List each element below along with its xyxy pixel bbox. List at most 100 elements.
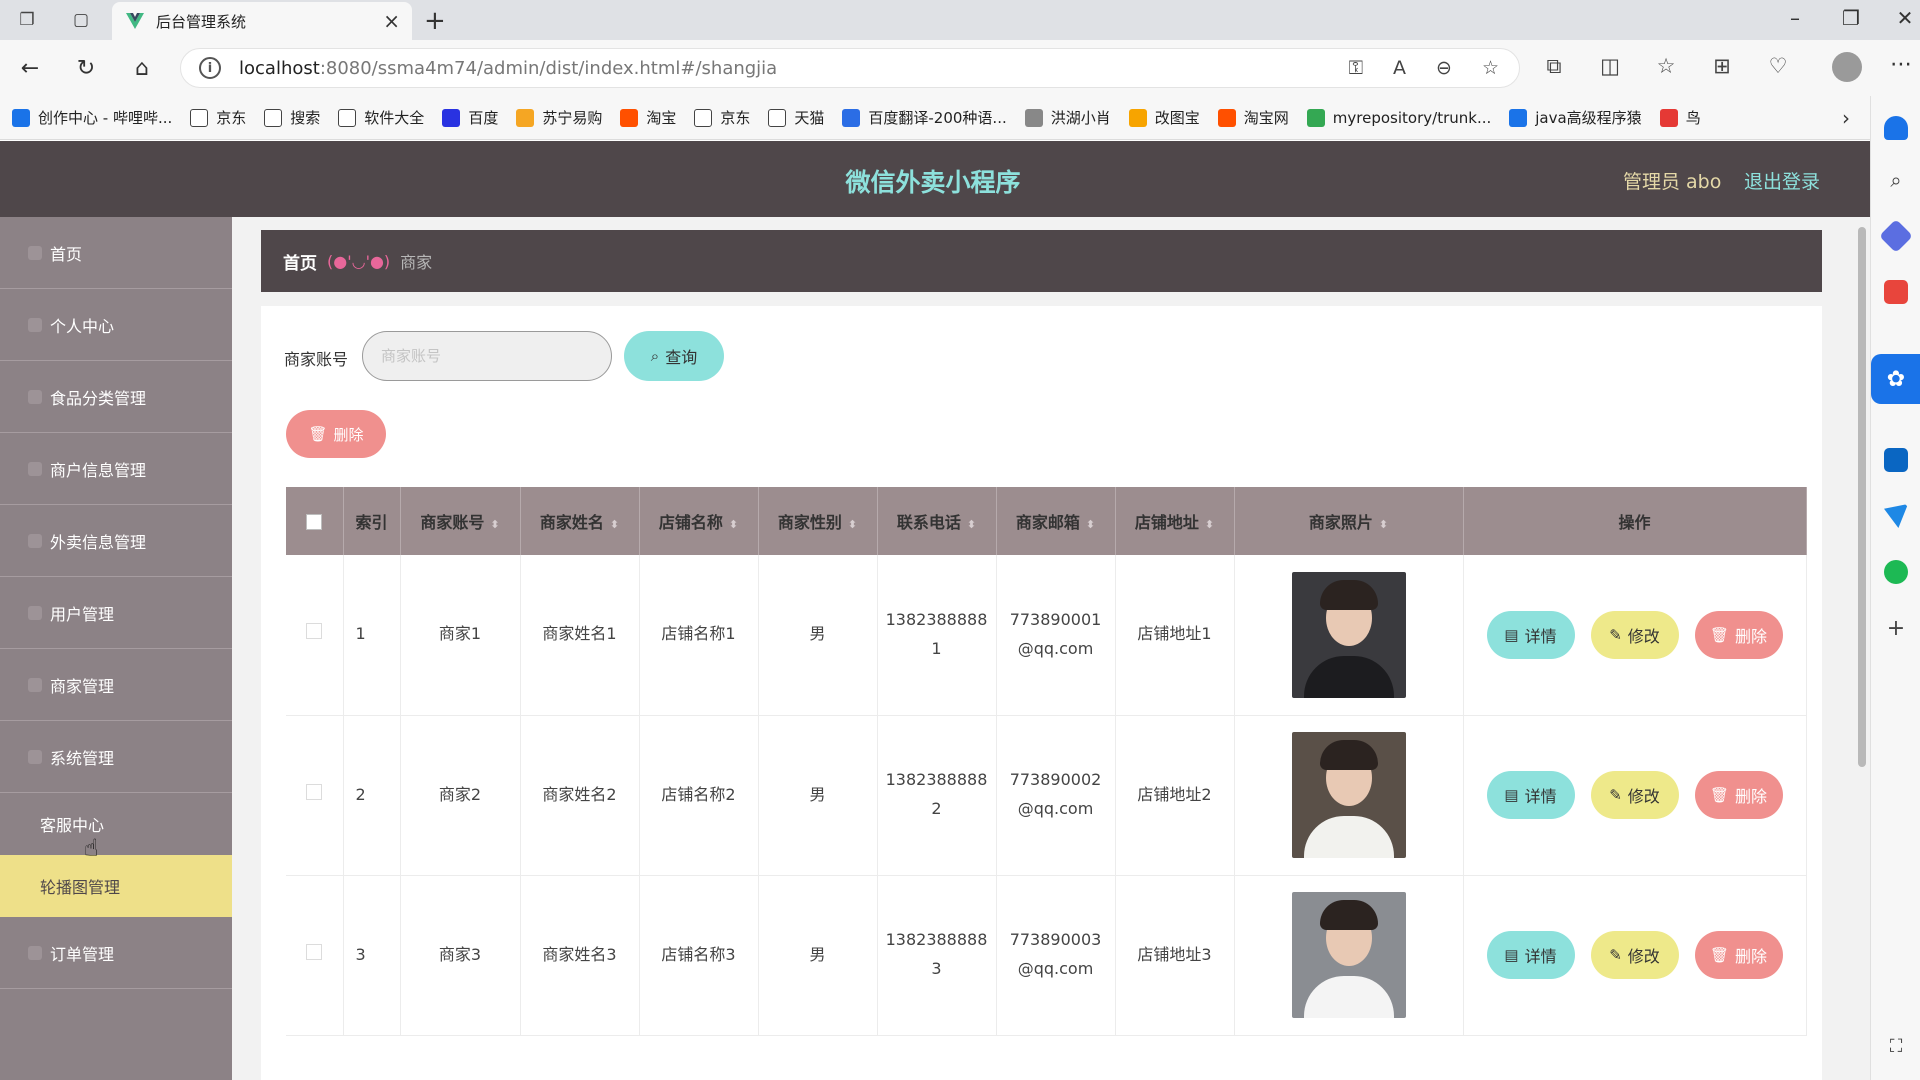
zoom-icon[interactable]: ⊖ [1436,57,1452,79]
sidebar-item[interactable]: 个人中心 [0,289,232,361]
favorites-icon[interactable]: ☆ [1652,54,1680,79]
address-bar[interactable]: i localhost:8080/ssma4m74/admin/dist/ind… [180,48,1520,88]
bookmark-item[interactable]: 淘宝网 [1217,107,1289,128]
more-menu-icon[interactable]: ⋯ [1890,52,1912,77]
sort-caret-icon[interactable]: ⬍ [1205,518,1214,531]
row-checkbox[interactable] [306,783,323,800]
sidebar-item[interactable]: 商户信息管理 [0,433,232,505]
bookmark-item[interactable]: 洪湖小肖 [1024,107,1111,128]
split-screen-icon[interactable]: ◫ [1596,54,1624,79]
bookmark-item[interactable]: 京东 [694,107,750,128]
sidebar-item[interactable]: 订单管理 [0,917,232,989]
column-header[interactable]: 联系电话 ⬍ [877,487,997,555]
minimize-icon[interactable]: – [1780,6,1810,30]
column-header[interactable]: 店铺地址 ⬍ [1115,487,1235,555]
delete-button[interactable]: 🗑 删除 [1694,771,1783,819]
select-all-checkbox[interactable] [306,514,323,530]
column-header[interactable]: 商家账号 ⬍ [400,487,521,555]
sidebar-item[interactable]: 食品分类管理 [0,361,232,433]
delete-button[interactable]: 🗑 删除 [1694,610,1783,659]
search-icon[interactable]: ⌕ [1884,168,1908,192]
edit-button[interactable]: ✎ 修改 [1590,771,1679,819]
tab-actions-icon[interactable]: ▢ [68,8,94,32]
bookmark-item[interactable]: myrepository/trunk... [1306,108,1491,127]
column-header[interactable]: 商家照片 ⬍ [1234,487,1464,555]
sidebar-item[interactable]: 用户管理 [0,577,232,649]
column-header[interactable]: 商家邮箱 ⬍ [996,487,1116,555]
bookmark-item[interactable]: 苏宁易购 [516,107,602,128]
browser-tab-active[interactable]: 后台管理系统 × [112,2,412,40]
sort-caret-icon[interactable]: ⬍ [490,518,499,531]
bookmark-item[interactable]: 天猫 [768,107,824,128]
page-scrollbar[interactable] [1855,217,1869,1080]
site-info-icon[interactable]: i [199,57,221,79]
send-icon[interactable] [1884,504,1908,528]
performance-icon[interactable]: ♡ [1764,54,1792,79]
restore-icon[interactable]: ❐ [1836,6,1866,30]
sidebar-subitem[interactable]: 客服中心 [0,793,232,855]
sort-caret-icon[interactable]: ⬍ [610,518,619,531]
sort-caret-icon[interactable]: ⬍ [729,518,738,531]
sidebar-item[interactable]: 外卖信息管理 [0,505,232,577]
spotify-icon[interactable] [1884,560,1908,584]
sort-caret-icon[interactable]: ⬍ [1086,518,1095,531]
workspaces-icon[interactable]: ❐ [14,8,40,32]
read-aloud-icon[interactable]: A [1393,57,1406,79]
sidebar-item[interactable]: 系统管理 [0,721,232,793]
sidebar-item[interactable]: 商家管理 [0,649,232,721]
collections-icon[interactable]: ⊞ [1708,54,1736,79]
edit-button[interactable]: ✎ 修改 [1590,931,1679,979]
batch-delete-button[interactable]: 🗑 删除 [286,410,386,458]
new-tab-icon[interactable]: + [424,6,446,36]
bookmark-item[interactable]: 百度 [442,107,498,128]
bookmark-label: 京东 [720,109,751,127]
extensions-icon[interactable]: ⧉ [1540,54,1568,79]
scroll-thumb[interactable] [1858,227,1866,767]
profile-avatar[interactable] [1832,52,1862,82]
search-button[interactable]: ⌕ 查询 [624,331,724,381]
window-close-icon[interactable]: ✕ [1890,6,1920,30]
bookmark-item[interactable]: 鸟 [1659,107,1701,128]
sort-caret-icon[interactable]: ⬍ [967,518,976,531]
bookmark-item[interactable]: 搜索 [264,107,320,128]
edit-button[interactable]: ✎ 修改 [1590,610,1679,659]
bookmark-item[interactable]: 软件大全 [338,107,424,128]
column-header[interactable]: 店铺名称 ⬍ [639,487,759,555]
sidebar-item[interactable]: 首页 [0,217,232,289]
bookmark-item[interactable]: java高级程序猿 [1509,107,1642,128]
add-icon[interactable]: + [1884,616,1908,641]
row-checkbox[interactable] [306,623,323,640]
bookmark-item[interactable]: 创作中心 - 哔哩哔... [12,107,172,128]
delete-button[interactable]: 🗑 删除 [1694,931,1783,979]
key-icon[interactable]: ⚿ [1349,57,1363,79]
bookmark-favicon-icon [338,108,357,127]
back-icon[interactable]: ← [16,54,44,82]
toolbox-icon[interactable] [1884,280,1908,304]
outlook-icon[interactable] [1884,448,1908,472]
detail-button[interactable]: ▤ 详情 [1486,931,1575,979]
favorite-star-icon[interactable]: ☆ [1482,57,1499,79]
copilot-icon[interactable]: ✿ [1871,354,1920,404]
column-header[interactable]: 商家性别 ⬍ [758,487,878,555]
bookmark-item[interactable]: 淘宝 [620,107,676,128]
row-checkbox[interactable] [306,943,323,960]
sort-caret-icon[interactable]: ⬍ [848,518,857,531]
search-input[interactable] [362,331,612,381]
detail-button[interactable]: ▤ 详情 [1486,771,1575,819]
bookmark-item[interactable]: 京东 [190,107,246,128]
breadcrumb-home[interactable]: 首页 [283,249,317,274]
reload-icon[interactable]: ↻ [72,54,100,82]
column-header[interactable]: 商家姓名 ⬍ [520,487,640,555]
notification-bell-icon[interactable] [1884,116,1908,140]
home-icon[interactable]: ⌂ [128,54,156,82]
bookmarks-overflow-icon[interactable]: › [1842,106,1850,130]
sidebar-subitem[interactable]: 轮播图管理 [0,855,232,917]
bookmark-item[interactable]: 百度翻译-200种语... [842,107,1007,128]
logout-link[interactable]: 退出登录 [1744,167,1820,194]
bookmark-item[interactable]: 改图宝 [1128,107,1200,128]
sort-caret-icon[interactable]: ⬍ [1379,518,1388,531]
screenshot-icon[interactable]: ⛶ [1884,1036,1908,1060]
close-tab-icon[interactable]: × [383,9,400,33]
shopping-tag-icon[interactable] [1879,219,1913,253]
detail-button[interactable]: ▤ 详情 [1486,610,1575,659]
